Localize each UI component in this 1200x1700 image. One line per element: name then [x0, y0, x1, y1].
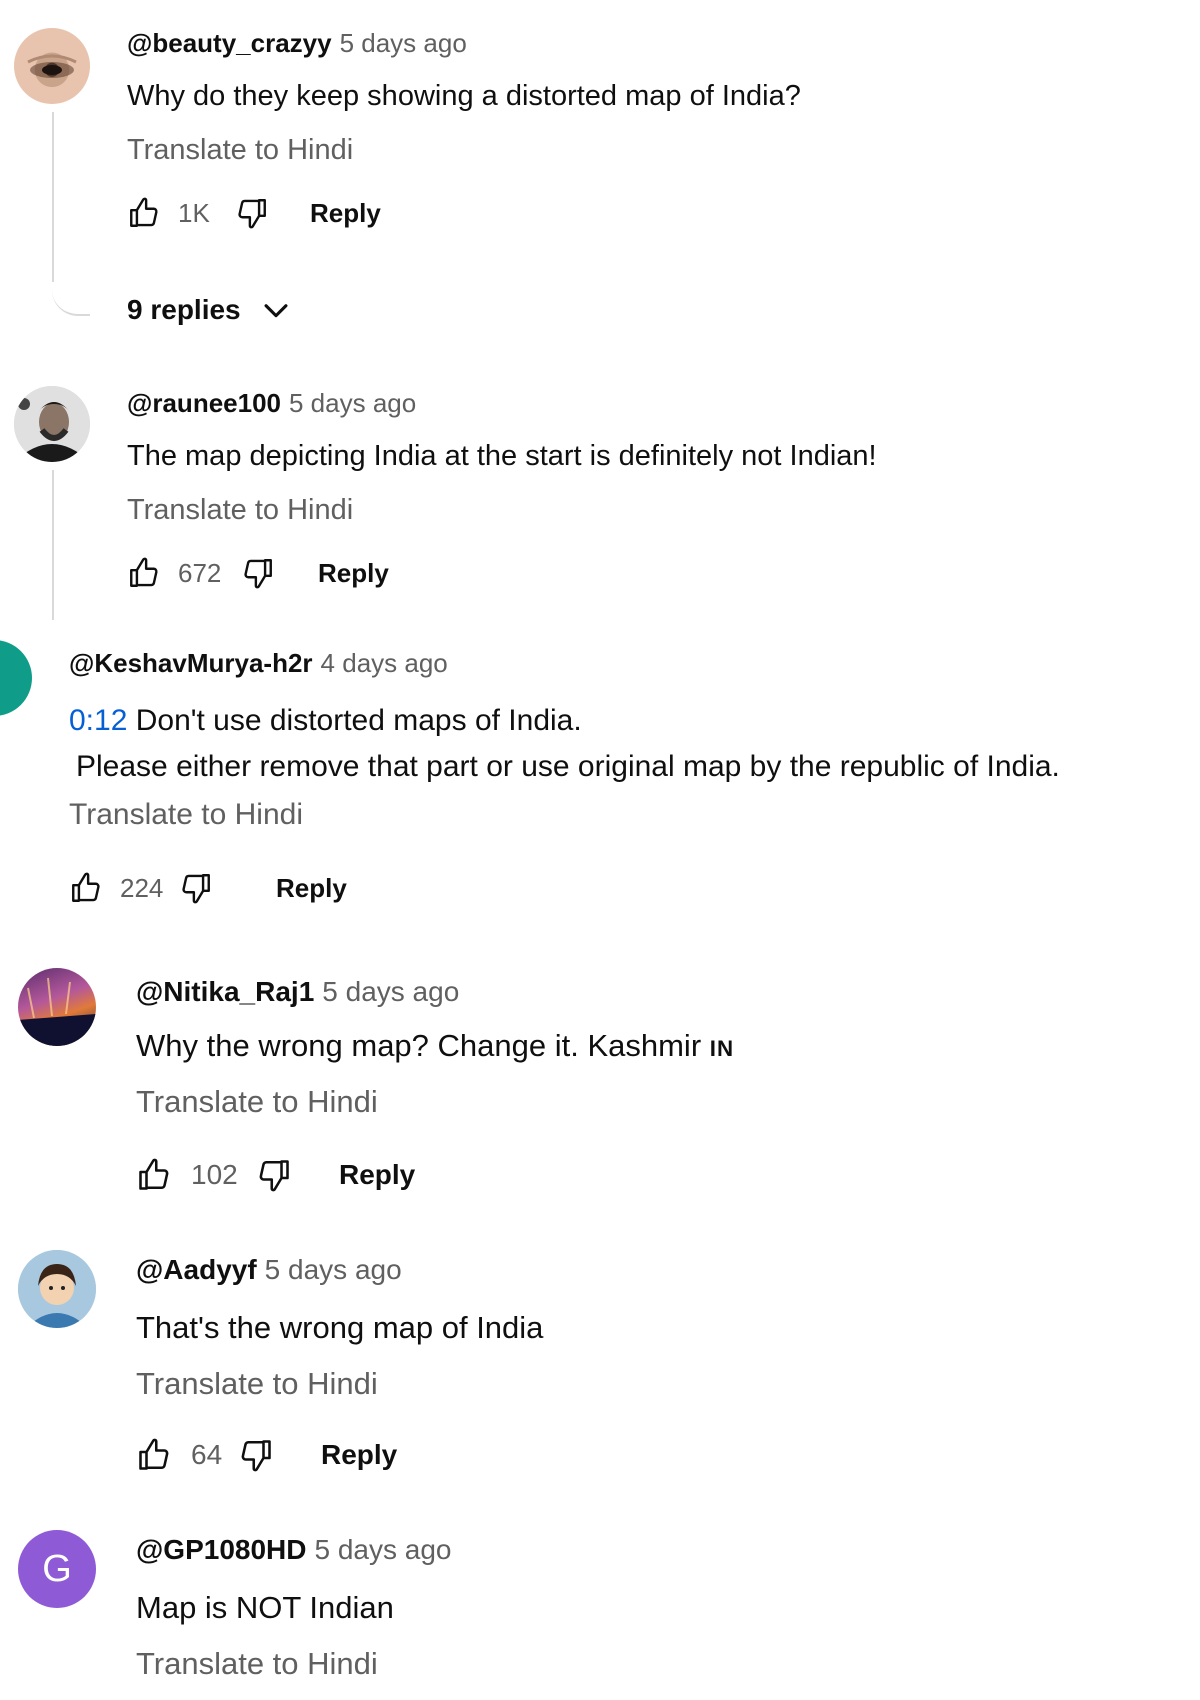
translate-link[interactable]: Translate to Hindi: [136, 1646, 378, 1682]
comment-header: @Nitika_Raj1 5 days ago: [136, 978, 459, 1006]
avatar[interactable]: [18, 968, 96, 1046]
like-count: 672: [178, 557, 222, 588]
thumb-down-icon: [179, 871, 213, 905]
comment-text: The map depicting India at the start is …: [127, 440, 877, 472]
reply-button[interactable]: Reply: [310, 198, 381, 229]
comment-author[interactable]: @Aadyyf: [136, 1254, 257, 1285]
comment-text: Why the wrong map? Change it. Kashmir IN: [136, 1028, 734, 1064]
video-timestamp-link[interactable]: 0:12: [69, 704, 127, 737]
reply-button[interactable]: Reply: [321, 1439, 397, 1471]
dislike-button[interactable]: [235, 1434, 277, 1476]
dislike-button[interactable]: [176, 868, 216, 908]
comment-text: Why do they keep showing a distorted map…: [127, 80, 801, 112]
comment-author[interactable]: @Nitika_Raj1: [136, 976, 314, 1007]
comment-actions: 102 Reply: [133, 1154, 415, 1196]
like-count: 102: [191, 1159, 238, 1190]
comment-thread: @beauty_crazyy 5 days ago Why do they kee…: [0, 0, 1200, 340]
comment-time[interactable]: 5 days ago: [322, 976, 459, 1007]
like-button[interactable]: [66, 868, 106, 908]
flag-emoji-text: IN: [709, 1036, 735, 1061]
thumb-down-icon: [238, 1437, 274, 1473]
dislike-button[interactable]: [232, 193, 272, 233]
like-count: 1K: [178, 197, 210, 228]
dislike-button[interactable]: [238, 553, 278, 593]
thumb-up-icon: [136, 1437, 172, 1473]
comment-thread: @KeshavMurya-h2r 4 days ago 0:12 Don't us…: [0, 630, 1200, 920]
comment-header: @KeshavMurya-h2r 4 days ago: [69, 650, 448, 676]
comment-actions: 224 Reply: [66, 868, 347, 908]
reply-button[interactable]: Reply: [339, 1159, 415, 1191]
thumb-down-icon: [235, 196, 269, 230]
thumb-up-icon: [127, 196, 161, 230]
comment-thread: G @GP1080HD 5 days ago Map is NOT Indian …: [0, 1520, 1200, 1700]
thumb-down-icon: [241, 556, 275, 590]
chevron-down-icon: [264, 304, 288, 318]
translate-link[interactable]: Translate to Hindi: [69, 798, 303, 832]
like-button[interactable]: [133, 1154, 175, 1196]
like-count: 64: [191, 1439, 223, 1470]
translate-link[interactable]: Translate to Hindi: [127, 134, 353, 167]
comment-author[interactable]: @GP1080HD: [136, 1534, 307, 1565]
comment-author[interactable]: @raunee100: [127, 388, 281, 418]
view-replies-button[interactable]: 9 replies: [127, 293, 293, 327]
reply-button[interactable]: Reply: [318, 558, 389, 589]
thumb-down-icon: [256, 1157, 292, 1193]
thumb-up-icon: [127, 556, 161, 590]
comment-time[interactable]: 5 days ago: [289, 388, 416, 418]
thread-connector: [52, 470, 54, 620]
comment-time[interactable]: 5 days ago: [315, 1534, 452, 1565]
comment-header: @Aadyyf 5 days ago: [136, 1256, 402, 1284]
comment-author[interactable]: @beauty_crazyy: [127, 28, 332, 58]
like-button[interactable]: [124, 193, 164, 233]
avatar[interactable]: [18, 1250, 96, 1328]
translate-link[interactable]: Translate to Hindi: [127, 494, 353, 527]
comment-time[interactable]: 4 days ago: [321, 648, 448, 678]
comment-header: @beauty_crazyy 5 days ago: [127, 30, 467, 56]
avatar-image: [27, 54, 77, 78]
comment-text-fragment: Don't use distorted maps of India.: [127, 704, 582, 737]
like-count: 224: [120, 872, 164, 903]
avatar-letter: G: [42, 1547, 72, 1590]
comment-text-line: Please either remove that part or use or…: [76, 750, 1060, 783]
thumb-up-icon: [69, 871, 103, 905]
comment-text: That's the wrong map of India: [136, 1310, 544, 1345]
replies-count: 9 replies: [127, 294, 241, 325]
comment-thread: @Nitika_Raj1 5 days ago Why the wrong map…: [0, 960, 1200, 1200]
comment-text-fragment: Why the wrong map? Change it. Kashmir: [136, 1028, 710, 1063]
avatar-image: [14, 386, 90, 462]
comment-actions: 672 Reply: [124, 553, 389, 593]
comment-actions: 1K Reply: [124, 193, 381, 233]
avatar-image: [18, 1250, 96, 1328]
comment-text: Map is NOT Indian: [136, 1590, 394, 1625]
comment-thread: @raunee100 5 days ago The map depicting I…: [0, 360, 1200, 620]
avatar[interactable]: [0, 640, 32, 716]
like-button[interactable]: [124, 553, 164, 593]
comment-text: 0:12 Don't use distorted maps of India. …: [69, 698, 1060, 790]
translate-link[interactable]: Translate to Hindi: [136, 1366, 378, 1402]
avatar-image: [18, 977, 96, 1046]
reply-button[interactable]: Reply: [276, 873, 347, 904]
thread-connector: [52, 112, 54, 282]
thumb-up-icon: [136, 1157, 172, 1193]
comment-actions: 64 Reply: [133, 1434, 397, 1476]
avatar[interactable]: [14, 386, 90, 462]
like-button[interactable]: [133, 1434, 175, 1476]
comment-time[interactable]: 5 days ago: [265, 1254, 402, 1285]
comment-text-line: 0:12 Don't use distorted maps of India.: [69, 698, 1060, 744]
comment-header: @GP1080HD 5 days ago: [136, 1536, 452, 1564]
thread-connector-curve: [52, 282, 90, 316]
dislike-button[interactable]: [253, 1154, 295, 1196]
comment-author[interactable]: @KeshavMurya-h2r: [69, 648, 313, 678]
avatar[interactable]: G: [18, 1530, 96, 1608]
comment-thread: @Aadyyf 5 days ago That's the wrong map o…: [0, 1240, 1200, 1480]
comment-time[interactable]: 5 days ago: [340, 28, 467, 58]
avatar[interactable]: [14, 28, 90, 104]
translate-link[interactable]: Translate to Hindi: [136, 1084, 378, 1120]
comment-header: @raunee100 5 days ago: [127, 390, 416, 416]
